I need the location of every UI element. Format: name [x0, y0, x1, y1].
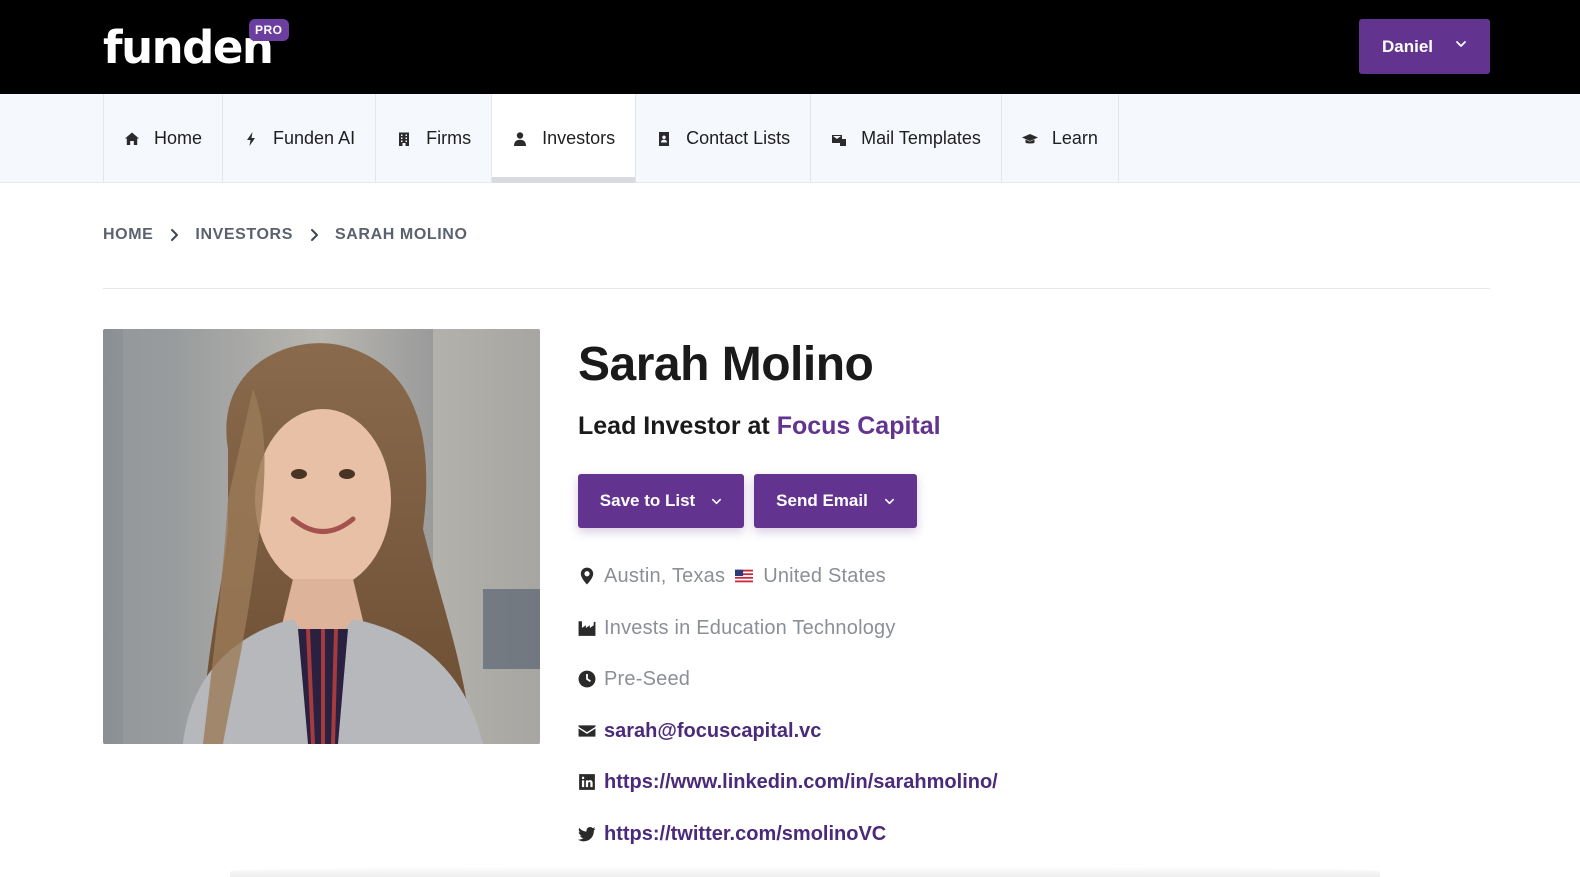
user-name: Daniel [1381, 36, 1434, 56]
bolt-icon [247, 131, 256, 146]
nav-label: Funden AI [273, 128, 356, 148]
twitter-row: https://twitter.com/smolinoVC [578, 821, 886, 847]
industry-icon [578, 621, 596, 636]
email-link[interactable]: sarah@focuscapital.vc [604, 718, 821, 744]
pro-badge: PRO [249, 19, 289, 41]
industry-row: Invests in Education Technology [578, 615, 896, 641]
envelope-icon [578, 725, 596, 737]
linkedin-row: https://www.linkedin.com/in/sarahmolino/ [578, 769, 998, 795]
send-email-button[interactable]: Send Email [754, 474, 917, 528]
building-icon [399, 132, 410, 146]
chevron-down-icon [884, 498, 894, 504]
email-row: sarah@focuscapital.vc [578, 718, 821, 744]
linkedin-link[interactable]: https://www.linkedin.com/in/sarahmolino/ [604, 769, 998, 795]
stage-row: Pre-Seed [578, 666, 690, 692]
location-country: United States [763, 565, 886, 587]
investor-name: Sarah Molino [578, 338, 874, 391]
twitter-link[interactable]: https://twitter.com/smolinoVC [604, 821, 886, 847]
card-shadow [230, 866, 1380, 877]
section-divider [103, 288, 1490, 289]
send-email-label: Send Email [776, 491, 868, 510]
user-menu-button[interactable]: Daniel [1359, 19, 1490, 74]
chevron-right-icon [171, 229, 179, 241]
investor-photo [103, 329, 540, 744]
breadcrumb-investors[interactable]: INVESTORS [195, 226, 293, 244]
nav-item-investors[interactable]: Investors [492, 94, 637, 183]
nav-item-home[interactable]: Home [104, 94, 224, 183]
twitter-icon [578, 827, 596, 842]
nav-item-contact-lists[interactable]: Contact Lists [636, 94, 812, 183]
nav-item-firms[interactable]: Firms [376, 94, 493, 183]
investor-title: Lead Investor at Focus Capital [578, 410, 941, 442]
chevron-down-icon [712, 498, 722, 504]
clock-icon [578, 670, 596, 688]
user-icon [514, 131, 527, 146]
us-flag-icon [735, 569, 754, 583]
nav-item-funden-ai[interactable]: Funden AI [223, 94, 377, 183]
breadcrumb-current: SARAH MOLINO [334, 226, 468, 243]
industry-text: Invests in Education Technology [604, 617, 896, 639]
nav-label: Mail Templates [861, 128, 981, 148]
nav-label: Home [154, 128, 203, 148]
stage-text: Pre-Seed [604, 668, 691, 690]
nav-label: Learn [1051, 128, 1098, 148]
mail-templates-icon [832, 134, 847, 146]
chevron-right-icon [310, 229, 318, 241]
logo-text: funden [103, 21, 274, 74]
top-bar: funden PRO Daniel [0, 0, 1580, 94]
address-book-icon [659, 131, 670, 146]
title-prefix: Lead Investor at [578, 412, 770, 440]
nav-label: Firms [426, 128, 472, 148]
save-to-list-label: Save to List [599, 491, 696, 510]
nav-item-learn[interactable]: Learn [1002, 94, 1119, 183]
home-icon [125, 132, 139, 145]
chevron-down-icon [1456, 40, 1466, 47]
location-row: Austin, Texas United States [578, 563, 886, 589]
graduation-cap-icon [1021, 133, 1038, 143]
breadcrumb: HOME INVESTORS SARAH MOLINO [103, 226, 468, 244]
map-marker-icon [580, 567, 594, 585]
main-nav: Home Funden AI Firms Investors Contact L… [0, 94, 1580, 183]
linkedin-icon [579, 774, 595, 790]
nav-label: Investors [542, 128, 616, 148]
save-to-list-button[interactable]: Save to List [578, 474, 744, 528]
firm-link[interactable]: Focus Capital [777, 412, 941, 440]
nav-item-mail-templates[interactable]: Mail Templates [811, 94, 1002, 183]
breadcrumb-home[interactable]: HOME [103, 226, 153, 244]
location-city: Austin, Texas [604, 565, 726, 587]
nav-label: Contact Lists [686, 128, 791, 148]
